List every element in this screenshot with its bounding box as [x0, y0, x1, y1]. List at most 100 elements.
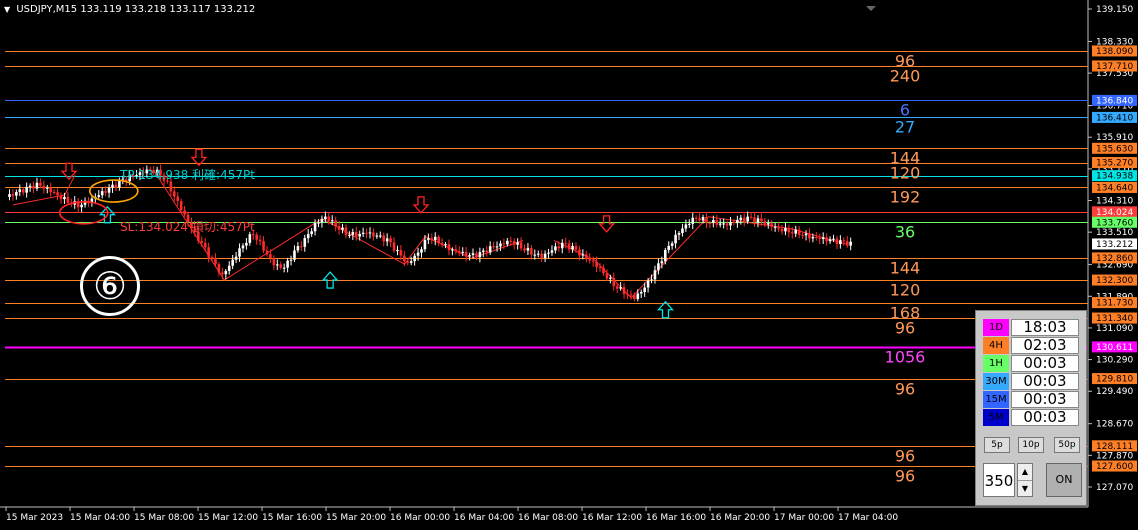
price-tick-label: 135.910	[1096, 133, 1133, 143]
candle-body	[114, 184, 118, 188]
candle-body	[45, 187, 49, 189]
candle-body	[227, 265, 231, 271]
level-count-label: 96	[895, 380, 915, 399]
candle-body	[324, 216, 327, 220]
candle-body	[447, 244, 451, 251]
candle-body	[21, 189, 25, 193]
level-price-label: 134.024	[1096, 208, 1133, 218]
count-spinner[interactable]: ▲ ▼	[1017, 463, 1033, 497]
candle-body	[430, 238, 434, 241]
candle-body	[258, 239, 262, 242]
candle-body	[255, 234, 258, 240]
candle-body	[238, 248, 241, 257]
candle-body	[59, 195, 63, 200]
candle-body	[519, 242, 523, 249]
candle-body	[248, 234, 252, 243]
price-axis[interactable]: 139.150138.330137.530136.710135.910135.1…	[1088, 5, 1137, 493]
level-count-label: 120	[890, 281, 921, 300]
candle-body	[794, 229, 798, 234]
level-price-label: 135.270	[1096, 159, 1133, 169]
candle-body	[245, 242, 248, 246]
price-chart[interactable]: 139.150138.330137.530136.710135.910135.1…	[0, 0, 1138, 530]
candle-body	[766, 223, 770, 225]
candle-body	[821, 237, 825, 239]
candle-body	[663, 249, 667, 262]
candle-body	[815, 236, 818, 238]
candle-body	[392, 242, 396, 251]
candle-body	[361, 232, 365, 234]
candle-body	[358, 233, 361, 237]
candle-body	[784, 228, 787, 232]
candle-body	[811, 236, 815, 239]
timer-value: 00:03	[1011, 373, 1079, 390]
candle-body	[509, 240, 513, 242]
candle-body	[845, 241, 849, 246]
price-tick-label: 129.490	[1096, 387, 1133, 397]
candle-body	[773, 226, 777, 228]
candle-body	[523, 248, 526, 251]
candle-body	[533, 254, 537, 256]
on-button[interactable]: ON	[1046, 463, 1082, 497]
candle-body	[217, 264, 221, 273]
time-tick-label: 17 Mar 04:00	[838, 513, 898, 523]
step-10p-button[interactable]: 10p	[1018, 437, 1044, 453]
candle-body	[708, 223, 712, 225]
candle-body	[337, 226, 341, 230]
candle-body	[543, 253, 547, 258]
timer-row-1d: 1D 18:03	[983, 319, 1083, 336]
candle-body	[722, 223, 725, 225]
candle-body	[251, 234, 255, 236]
candle-body	[327, 216, 331, 222]
candle-body	[657, 263, 660, 271]
spin-down-icon[interactable]: ▼	[1018, 481, 1032, 497]
level-price-label: 131.340	[1096, 314, 1133, 324]
candle-body	[39, 182, 42, 186]
candle-body	[100, 191, 104, 196]
candle-body	[207, 247, 210, 258]
candle-body	[231, 259, 234, 266]
sl-label: SL:134.024 損切:457Pt	[120, 219, 255, 234]
candle-body	[269, 254, 272, 259]
ohlc-values: 133.119 133.218 133.117 133.212	[80, 4, 256, 15]
candle-body	[111, 184, 114, 188]
candle-body	[344, 227, 348, 235]
candle-body	[506, 240, 509, 245]
candle-body	[732, 221, 736, 224]
level-price-label: 131.730	[1096, 299, 1133, 309]
candle-body	[574, 246, 578, 250]
candle-body	[674, 234, 677, 244]
spin-up-icon[interactable]: ▲	[1018, 464, 1032, 481]
candle-body	[485, 250, 489, 253]
candle-body	[437, 236, 440, 243]
candle-body	[615, 286, 619, 289]
price-tick-label: 134.310	[1096, 197, 1133, 207]
level-count-label: 192	[890, 188, 921, 207]
level-count-label: 36	[895, 223, 915, 242]
time-tick-label: 16 Mar 08:00	[518, 513, 578, 523]
candle-body	[18, 189, 22, 193]
candle-body	[416, 252, 420, 256]
step-50p-button[interactable]: 50p	[1054, 437, 1080, 453]
candle-body	[643, 287, 646, 293]
step-5p-button[interactable]: 5p	[984, 437, 1010, 453]
candle-body	[626, 294, 629, 296]
level-price-label: 134.938	[1096, 172, 1133, 182]
timer-label: 5M	[983, 409, 1009, 426]
time-tick-label: 15 Mar 16:00	[262, 513, 322, 523]
candle-body	[653, 270, 657, 280]
level-price-label: 129.810	[1096, 375, 1133, 385]
candle-body	[56, 192, 59, 196]
timer-panel: 1D 18:03 4H 02:03 1H 00:03 30M 00:03 15M…	[975, 310, 1087, 506]
candle-body	[11, 194, 15, 196]
menu-triangle-icon[interactable]: ▼	[4, 5, 10, 14]
price-tick-label: 130.290	[1096, 356, 1133, 366]
candle-body	[667, 245, 670, 250]
candle-body	[406, 261, 410, 263]
candle-body	[444, 244, 447, 246]
level-count-label: 240	[890, 67, 921, 86]
count-input[interactable]: 350	[983, 463, 1015, 497]
candle-body	[639, 292, 643, 294]
candle-body	[282, 267, 286, 269]
timer-row-1h: 1H 00:03	[983, 355, 1083, 372]
level-count-label: 27	[895, 118, 915, 137]
